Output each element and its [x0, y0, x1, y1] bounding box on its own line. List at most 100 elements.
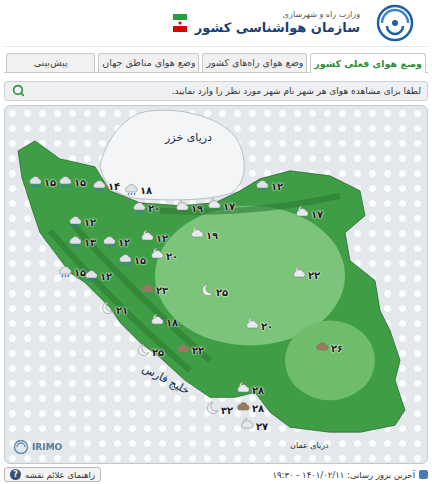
- station-pin[interactable]: ۲۸: [236, 381, 264, 396]
- station-pin[interactable]: ۱۹: [190, 226, 218, 241]
- station-temperature: ۱۲: [100, 272, 112, 282]
- station-temperature: ۲۱: [116, 306, 128, 316]
- station-pin[interactable]: ۱۵: [118, 251, 146, 266]
- station-pin[interactable]: ۲۶: [315, 339, 343, 354]
- station-pin[interactable]: ۲۲: [292, 266, 320, 281]
- station-temperature: ۲۰: [148, 204, 160, 214]
- footer: آخرین بروز رسانی: ۱۴۰۱/۰۲/۱۱ - ۱۹:۳۰ راهن…: [4, 465, 428, 484]
- search-bar[interactable]: لطفا برای مشاهده هوای هر شهر نام شهر مور…: [4, 81, 428, 101]
- station-temperature: ۲۳: [156, 286, 168, 296]
- rain-icon: [84, 267, 99, 282]
- station-temperature: ۲۵: [216, 288, 228, 298]
- legend-button[interactable]: راهنمای علائم نقشه?: [4, 467, 101, 482]
- moon-cloud-icon: [140, 229, 155, 244]
- moon-cloud-icon: [190, 226, 205, 241]
- dust-icon: [315, 339, 330, 354]
- dust-icon: [176, 341, 191, 356]
- rain-icon: [124, 181, 139, 196]
- station-pin[interactable]: ۱۲: [84, 267, 112, 282]
- sea-label: دریای خزر: [165, 131, 212, 144]
- moon-icon: [200, 283, 215, 298]
- header-text: وزارت راه و شهرسازیسازمان هواشناسی کشور: [195, 10, 360, 35]
- station-pin[interactable]: ۱۳: [68, 233, 96, 248]
- station-temperature: ۱۹: [206, 231, 218, 241]
- station-pin[interactable]: ۱۲: [68, 213, 96, 228]
- station-pin[interactable]: ۲۳: [140, 281, 168, 296]
- station-temperature: ۲۰: [261, 322, 273, 332]
- search-icon: [12, 84, 25, 97]
- rain-icon: [255, 177, 270, 192]
- tab-bar: وضع هوای فعلی کشوروضع هوای راه‌های کشورو…: [4, 53, 428, 73]
- station-temperature: ۱۲: [156, 234, 168, 244]
- iran-flag-icon: [173, 14, 187, 32]
- station-pin[interactable]: ۱۵: [58, 263, 86, 278]
- search-placeholder[interactable]: لطفا برای مشاهده هوای هر شهر نام شهر مور…: [31, 86, 421, 96]
- station-pin[interactable]: ۱۹: [175, 199, 203, 214]
- sea-label: دریای عمان: [290, 441, 329, 450]
- station-pin[interactable]: ۱۵: [28, 173, 56, 188]
- station-temperature: ۱۵: [44, 178, 56, 188]
- tab[interactable]: پیش‌بینی: [6, 53, 95, 72]
- station-temperature: ۲۰: [166, 252, 178, 262]
- station-temperature: ۱۵: [134, 256, 146, 266]
- moon-icon: [100, 301, 115, 316]
- moon-cloud-icon: [207, 197, 222, 212]
- station-pin[interactable]: ۱۴: [92, 177, 120, 192]
- last-update: آخرین بروز رسانی: ۱۴۰۱/۰۲/۱۱ - ۱۹:۳۰: [272, 470, 415, 480]
- rain-icon: [58, 263, 73, 278]
- station-pin[interactable]: ۱۸: [124, 181, 152, 196]
- station-pin[interactable]: ۱۷: [295, 205, 323, 220]
- station-pin[interactable]: ۱۷: [207, 197, 235, 212]
- moon-cloud-icon: [240, 417, 255, 432]
- station-pin[interactable]: ۲۱: [100, 301, 128, 316]
- station-temperature: ۱۲: [118, 238, 130, 248]
- irimo-swirl-icon: [13, 439, 29, 455]
- moon-cloud-icon: [295, 205, 310, 220]
- organization-logo-icon: [368, 4, 422, 42]
- station-temperature: ۲۲: [192, 346, 204, 356]
- station-pin[interactable]: ۲۲: [176, 341, 204, 356]
- station-pin[interactable]: ۱۲: [102, 233, 130, 248]
- station-pin[interactable]: ۲۵: [200, 283, 228, 298]
- station-temperature: ۲۸: [252, 386, 264, 396]
- station-temperature: ۱۳: [84, 238, 96, 248]
- moon-cloud-icon: [150, 247, 165, 262]
- rain-icon: [132, 199, 147, 214]
- station-temperature: ۱۵: [74, 178, 86, 188]
- station-pin[interactable]: ۲۸: [236, 399, 264, 414]
- organization-title: سازمان هواشناسی کشور: [195, 20, 360, 35]
- moon-cloud-icon: [236, 381, 251, 396]
- station-pin[interactable]: ۱۸: [150, 313, 178, 328]
- station-temperature: ۲۸: [252, 404, 264, 414]
- dust-icon: [140, 281, 155, 296]
- station-pin[interactable]: ۲۵: [136, 343, 164, 358]
- irimo-logo-text: IRIMO: [32, 442, 62, 452]
- station-pin[interactable]: ۱۵: [58, 173, 86, 188]
- tab[interactable]: وضع هوای راه‌های کشور: [202, 53, 307, 72]
- rain-icon: [58, 173, 73, 188]
- station-temperature: ۱۲: [84, 218, 96, 228]
- station-temperature: ۱۸: [166, 318, 178, 328]
- station-temperature: ۱۵: [74, 268, 86, 278]
- station-pin[interactable]: ۱۲: [255, 177, 283, 192]
- station-pin[interactable]: ۳۲: [205, 401, 233, 416]
- tab[interactable]: وضع هوای مناطق جهان: [98, 53, 199, 72]
- station-pin[interactable]: ۲۰: [132, 199, 160, 214]
- search-button[interactable]: [11, 84, 25, 98]
- header: وزارت راه و شهرسازیسازمان هواشناسی کشور: [4, 0, 428, 47]
- help-icon: ?: [10, 469, 21, 480]
- station-pin[interactable]: ۲۰: [245, 317, 273, 332]
- moon-cloud-icon: [292, 266, 307, 281]
- station-pin[interactable]: ۲۷: [240, 417, 268, 432]
- station-pin[interactable]: ۱۲: [140, 229, 168, 244]
- station-temperature: ۳۲: [221, 406, 233, 416]
- station-pin[interactable]: ۲۰: [150, 247, 178, 262]
- tab[interactable]: وضع هوای فعلی کشور: [310, 53, 426, 73]
- irimo-logo: IRIMO: [13, 439, 62, 455]
- station-temperature: ۱۴: [108, 182, 120, 192]
- moon-cloud-icon: [245, 317, 260, 332]
- station-temperature: ۱۲: [271, 182, 283, 192]
- station-temperature: ۱۷: [223, 202, 235, 212]
- station-temperature: ۲۵: [152, 348, 164, 358]
- iran-map-icon: [5, 106, 427, 463]
